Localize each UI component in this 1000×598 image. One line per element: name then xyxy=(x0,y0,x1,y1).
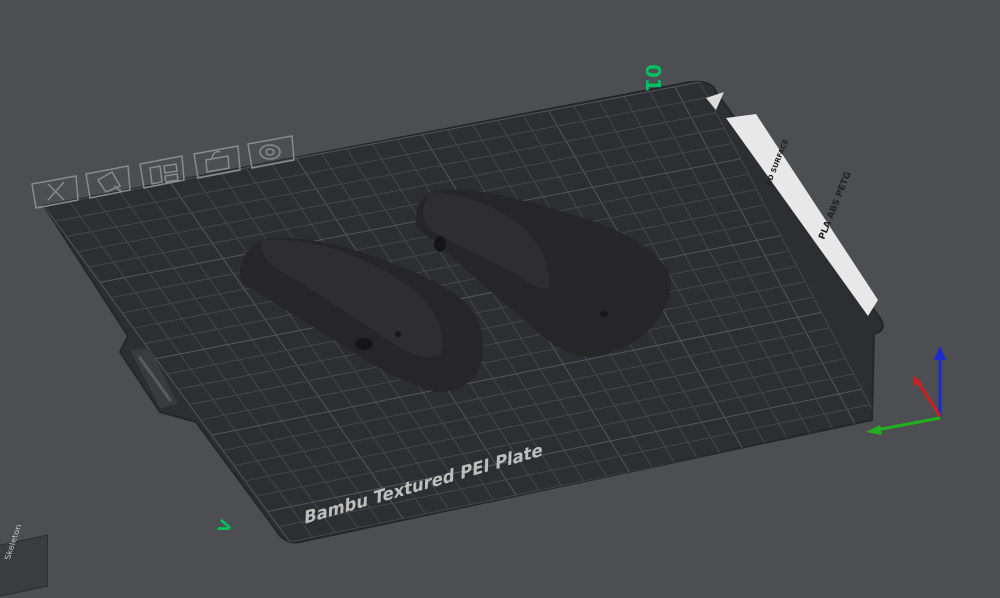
scene-svg: PLA ABS PETG AD SURFACE Bambu Textured P… xyxy=(31,64,946,544)
axis-gizmo xyxy=(866,346,946,435)
model-2-hole-2 xyxy=(600,311,608,317)
sticker-text-1: PLA ABS PETG xyxy=(818,170,854,241)
view-cube[interactable]: Skeleton xyxy=(0,524,48,598)
corner-marker: V xyxy=(214,517,236,536)
model-1-hole-1 xyxy=(355,338,373,350)
lock-icon xyxy=(205,150,230,173)
y-axis-arrow xyxy=(866,425,882,435)
arrange-icon xyxy=(149,163,179,185)
x-axis-line xyxy=(916,381,942,417)
close-icon xyxy=(47,181,65,201)
gear-icon xyxy=(259,144,281,160)
orient-icon xyxy=(96,170,123,193)
model-1-hole-2 xyxy=(395,331,401,337)
model-2-hole-1 xyxy=(434,236,446,252)
plate-index-label: 01 xyxy=(641,64,665,92)
y-axis-line xyxy=(875,416,941,432)
z-axis-arrow xyxy=(934,346,946,360)
3d-viewport[interactable]: PLA ABS PETG AD SURFACE Bambu Textured P… xyxy=(0,0,1000,598)
